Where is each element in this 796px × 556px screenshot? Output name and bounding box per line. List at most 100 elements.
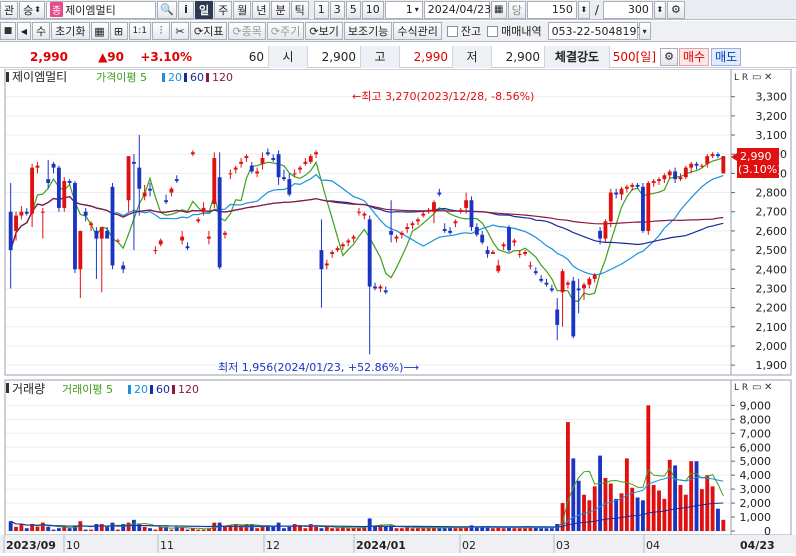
candle-body: [153, 250, 158, 252]
volume-lr-toggle[interactable]: L R: [734, 383, 748, 393]
volume-bar: [721, 519, 726, 531]
indicator-button[interactable]: ⟳ 지표: [189, 22, 228, 40]
num-1-button[interactable]: 1: [313, 0, 329, 19]
strength-label: 체결강도: [544, 45, 610, 68]
candle-body: [201, 207, 206, 212]
volume-tick-label: 0: [764, 525, 771, 538]
volume-close-icon[interactable]: ✕: [764, 382, 772, 393]
candle-body: [555, 309, 560, 325]
candle-body: [705, 156, 710, 164]
chart-svg[interactable]: 3,3003,2003,1003,0002,9002,8002,7002,600…: [0, 68, 796, 553]
candle-body: [131, 161, 136, 164]
volume-tick-label: 3,000: [740, 483, 772, 496]
candle-body: [442, 229, 447, 231]
stock-item-button[interactable]: ⟳ 종목: [228, 22, 266, 40]
volume-tick-label: 2,000: [740, 497, 772, 510]
period-month-button[interactable]: 월: [233, 0, 252, 19]
price-tick-label: 2,800: [756, 187, 788, 200]
formula-button[interactable]: 수식관리: [393, 22, 442, 40]
trades-checkbox[interactable]: [487, 25, 499, 37]
volume-bar: [662, 498, 667, 531]
candle-body: [228, 173, 233, 175]
su-button[interactable]: 수: [32, 22, 51, 40]
gear-icon[interactable]: ⚙: [666, 0, 685, 19]
candle-body: [115, 240, 120, 242]
count-spin-icon[interactable]: ⬍: [577, 0, 590, 19]
num-field[interactable]: 1 ▾: [384, 0, 423, 19]
search-icon: 🔍: [160, 3, 174, 16]
period-minute-button[interactable]: 분: [271, 0, 290, 19]
phone-field[interactable]: 053-22-5048197: [547, 22, 643, 40]
reset-button[interactable]: 초기화: [51, 22, 90, 40]
candle-body: [62, 181, 67, 208]
candle-body: [35, 165, 40, 168]
candle-body: [207, 236, 211, 239]
candle-body: [185, 246, 190, 249]
open-value: 2,900: [321, 49, 356, 64]
buy-button[interactable]: 매수: [679, 47, 710, 66]
square-icon[interactable]: ■: [0, 22, 16, 40]
candle-body: [137, 167, 142, 189]
x-tick-label: 11: [160, 539, 174, 552]
num-10-button[interactable]: 10: [361, 0, 384, 19]
view-button[interactable]: ⟳ 보기: [305, 22, 343, 40]
candle-body: [239, 161, 244, 164]
date-field[interactable]: 2024/04/23: [423, 0, 491, 19]
calendar-icon[interactable]: ▦: [490, 0, 507, 19]
candle-body: [308, 156, 313, 162]
count-field[interactable]: 150: [526, 0, 577, 19]
volume-bar: [223, 526, 227, 531]
candle-body: [485, 250, 490, 254]
num-3-button[interactable]: 3: [329, 0, 345, 19]
volume-bar: [512, 528, 517, 531]
total-field[interactable]: 300: [602, 0, 653, 19]
total-spin-icon[interactable]: ⬍: [653, 0, 666, 19]
price-lr-toggle[interactable]: L R: [734, 73, 748, 83]
volume-bar: [94, 524, 99, 531]
chevron-down-icon[interactable]: ▾: [638, 22, 651, 40]
period-year-button[interactable]: 년: [252, 0, 271, 19]
stock-selector[interactable]: 종 제이엠멀티: [45, 0, 156, 19]
candle-body: [389, 230, 394, 235]
gwan-button[interactable]: 관: [0, 0, 19, 19]
price-change: ▲90: [98, 49, 124, 64]
volume-bar: [517, 528, 522, 531]
volume-expand-icon[interactable]: ▭: [752, 382, 761, 393]
candle-body: [496, 265, 501, 272]
chart-toolbar: ■ ◀ 수 초기화 ▦ ⊞ 1:1 ⫶ ✂ ⟳ 지표 ⟳ 종목 ⟳ 주기 ⟳ 보기 보조…: [0, 21, 796, 42]
seung-button[interactable]: 승 ⬍: [19, 0, 45, 19]
scissors-icon[interactable]: ✂: [170, 22, 189, 40]
table-icon[interactable]: ⊞: [109, 22, 128, 40]
volume-bar: [201, 529, 206, 531]
candle-body: [164, 200, 168, 203]
gear-icon[interactable]: ⚙: [660, 47, 678, 66]
candle-body: [651, 181, 656, 183]
unit-button[interactable]: 당: [507, 0, 526, 19]
balance-checkbox[interactable]: [446, 25, 458, 37]
sell-button[interactable]: 매도: [711, 47, 742, 66]
cycle-button[interactable]: ⟳ 주기: [266, 22, 305, 40]
num-5-button[interactable]: 5: [345, 0, 361, 19]
price-expand-icon[interactable]: ▭: [752, 72, 761, 83]
price-legend: 제이엠멀티 가격이평 5 20 60 120: [6, 70, 233, 84]
candle-body: [174, 179, 179, 182]
period-week-button[interactable]: 주: [214, 0, 233, 19]
candle-body: [501, 244, 506, 247]
volume-bar: [673, 465, 678, 531]
volume-bar: [287, 526, 292, 531]
candle-body: [346, 240, 351, 243]
candle-body: [158, 240, 163, 245]
period-tick-button[interactable]: 틱: [290, 0, 309, 19]
info-button[interactable]: i: [177, 0, 194, 19]
price-close-icon[interactable]: ✕: [764, 72, 772, 83]
ruler-icon[interactable]: ⫶: [151, 22, 170, 40]
search-icon-button[interactable]: 🔍: [156, 0, 177, 19]
volume-tick-label: 5,000: [740, 455, 772, 468]
aux-button[interactable]: 보조기능: [343, 22, 393, 40]
price-tick-label: 3,200: [756, 110, 788, 123]
price-tick-label: 2,100: [756, 321, 788, 334]
period-day-button[interactable]: 일: [194, 0, 214, 19]
grid-icon[interactable]: ▦: [90, 22, 109, 40]
one-one-button[interactable]: 1:1: [128, 22, 151, 40]
arrow-left-icon[interactable]: ◀: [17, 22, 31, 40]
